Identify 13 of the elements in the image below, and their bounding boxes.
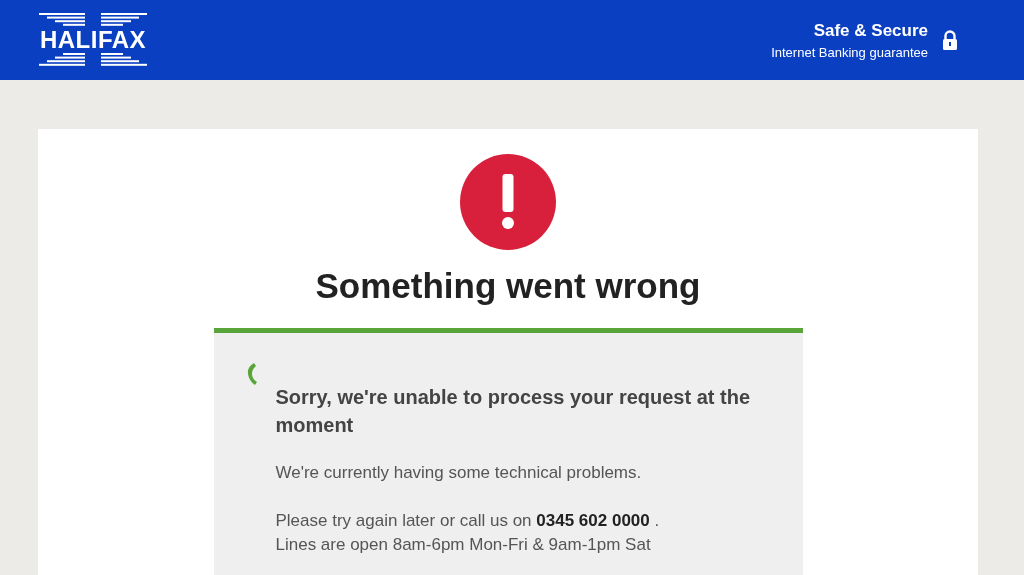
stripe-icon xyxy=(39,53,147,67)
message-heading: Sorry, we're unable to process your request at the moment xyxy=(275,385,752,438)
contact-text: Please try again later or call us on 0345 602 0000 . xyxy=(275,510,661,532)
message-text: We're currently having some technical problems. xyxy=(275,462,643,484)
opening-hours: Lines are open 8am-6pm Mon-Fri & 9am-1pm Sat xyxy=(275,534,652,556)
padlock-icon xyxy=(942,30,958,50)
logo[interactable]: HALIFAX xyxy=(39,28,147,52)
alert-icon xyxy=(460,154,556,250)
security-title: Safe & Secure xyxy=(813,20,928,41)
phone-icon xyxy=(245,361,258,387)
stripe-icon xyxy=(39,13,147,27)
error-title: Something went wrong xyxy=(315,265,701,307)
security-subtitle: Internet Banking guarantee xyxy=(771,44,928,60)
